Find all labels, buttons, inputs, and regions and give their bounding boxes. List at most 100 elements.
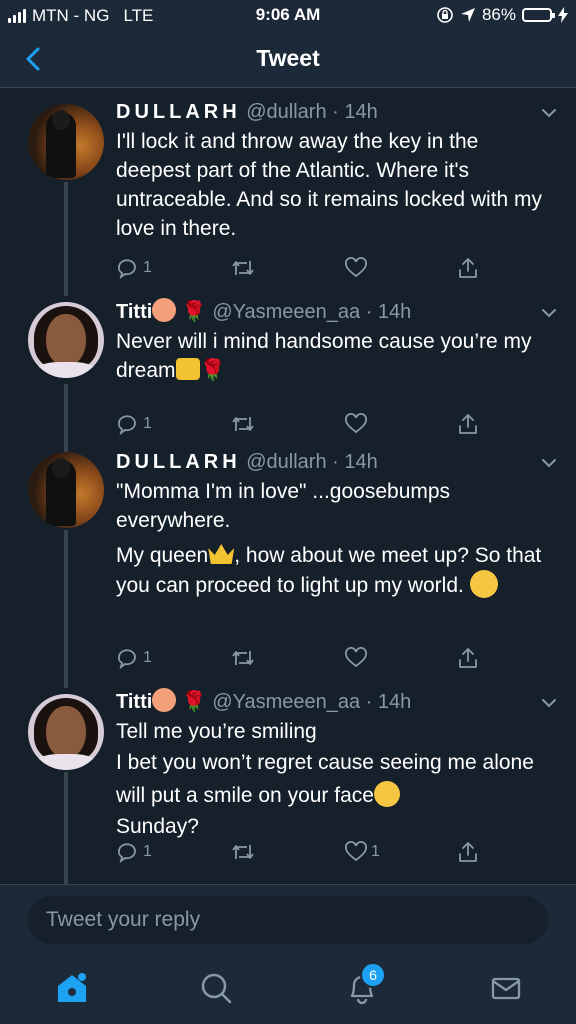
thread-connector: [64, 384, 68, 450]
avatar[interactable]: [28, 452, 104, 528]
retweet-button[interactable]: [230, 412, 259, 436]
tweet-actions: 1: [116, 256, 496, 286]
chevron-down-icon[interactable]: [538, 452, 560, 474]
tweet-actions: 1 1: [116, 840, 496, 870]
like-button[interactable]: [344, 412, 371, 436]
smiling-face-emoji-icon: [373, 781, 400, 807]
timestamp-value: 14h: [344, 451, 378, 473]
avatar[interactable]: [28, 302, 104, 378]
avatar-shoulder: [32, 362, 100, 378]
timestamp: · 14h: [360, 691, 412, 713]
share-icon: [459, 414, 477, 434]
avatar[interactable]: [28, 694, 104, 770]
share-button[interactable]: [456, 412, 480, 436]
avatar-face: [46, 706, 86, 758]
retweet-button[interactable]: [230, 840, 259, 864]
tab-notifications[interactable]: 6: [342, 962, 386, 1008]
peach-emoji-icon: [152, 298, 177, 322]
retweet-icon: [232, 261, 254, 275]
rose-emoji-icon: 🌹: [199, 359, 226, 382]
nav-bar: Tweet: [0, 32, 576, 88]
reply-icon: [118, 415, 136, 436]
tweet-header: DULLARH @dullarh · 14h: [116, 98, 556, 126]
share-icon: [459, 648, 477, 668]
retweet-icon: [232, 417, 254, 431]
heart-icon: [345, 413, 367, 434]
display-name[interactable]: DULLARH: [116, 101, 241, 123]
reply-count: 1: [143, 649, 152, 666]
timestamp: · 14h: [360, 301, 412, 323]
tab-home[interactable]: [52, 968, 92, 1008]
display-name[interactable]: Titti: [116, 301, 152, 323]
tweet-header: DULLARH @dullarh · 14h: [116, 448, 556, 476]
like-button[interactable]: [344, 646, 371, 670]
tweet-actions: 1: [116, 412, 496, 442]
retweet-icon: [232, 651, 254, 665]
tweet-item[interactable]: Titti 🌹 @Yasmeeen_aa · 14h Tell me you’r…: [0, 688, 576, 884]
handle[interactable]: @Yasmeeen_aa: [212, 691, 360, 713]
tweet-text: Tell me you’re smiling I bet you won’t r…: [116, 717, 556, 841]
reply-icon: [118, 649, 136, 670]
tweet-text: Never will i mind handsome cause you’re …: [116, 327, 556, 385]
crown-emoji-icon: [208, 544, 235, 564]
reply-button[interactable]: 1: [116, 840, 152, 864]
thread-connector: [64, 772, 68, 884]
handle[interactable]: @dullarh: [246, 451, 326, 473]
rose-emoji-icon: 🌹: [181, 691, 207, 713]
notification-badge: 6: [360, 962, 386, 988]
handle[interactable]: @dullarh: [246, 101, 326, 123]
reply-icon: [118, 843, 136, 864]
reply-bar: Tweet your reply: [0, 884, 576, 952]
tweet-thread[interactable]: DULLARH @dullarh · 14h I'll lock it and …: [0, 88, 576, 884]
battery-icon: [522, 8, 555, 22]
share-button[interactable]: [456, 256, 480, 280]
page-title: Tweet: [256, 45, 320, 71]
tab-messages[interactable]: [486, 968, 526, 1008]
tweet-line: I bet you won’t regret cause seeing me a…: [116, 746, 556, 812]
orientation-lock-icon: [437, 7, 453, 23]
chevron-down-icon[interactable]: [538, 302, 560, 324]
display-name[interactable]: DULLARH: [116, 451, 241, 473]
heart-eyes-emoji-icon: [469, 570, 498, 598]
tweet-text: "Momma I'm in love" ...goosebumps everyw…: [116, 477, 556, 600]
reply-input[interactable]: Tweet your reply: [28, 896, 548, 944]
like-button[interactable]: [344, 256, 371, 280]
tab-search[interactable]: [196, 968, 236, 1008]
tweet-item[interactable]: DULLARH @dullarh · 14h I'll lock it and …: [0, 88, 576, 296]
timestamp-value: 14h: [377, 301, 412, 323]
retweet-button[interactable]: [230, 646, 259, 670]
status-bar: MTN - NG LTE 9:06 AM 86%: [0, 0, 576, 32]
display-name[interactable]: Titti: [116, 691, 152, 713]
battery-percent: 86%: [481, 5, 516, 24]
share-button[interactable]: [456, 646, 480, 670]
tweet-paragraph: "Momma I'm in love" ...goosebumps everyw…: [116, 480, 451, 532]
chevron-down-icon[interactable]: [538, 692, 560, 714]
tweet-header: Titti 🌹 @Yasmeeen_aa · 14h: [116, 688, 556, 716]
retweet-button[interactable]: [230, 256, 259, 280]
reply-count: 1: [143, 415, 152, 432]
status-right: 86%: [436, 5, 568, 25]
like-button[interactable]: 1: [344, 840, 380, 864]
thread-connector: [64, 530, 68, 688]
peach-emoji-icon: [152, 688, 177, 712]
tweet-line: Sunday?: [116, 815, 199, 838]
heart-icon: [345, 257, 367, 278]
tweet-paragraph: My queen, how about we meet up? So that …: [116, 541, 556, 600]
share-icon: [459, 258, 477, 278]
avatar-shoulder: [32, 754, 100, 770]
home-icon: [58, 973, 86, 1002]
avatar[interactable]: [28, 104, 104, 180]
reply-count: 1: [143, 259, 152, 276]
chevron-down-icon[interactable]: [538, 102, 560, 124]
handle[interactable]: @Yasmeeen_aa: [212, 301, 360, 323]
location-arrow-icon: [460, 8, 475, 22]
tweet-item[interactable]: Titti 🌹 @Yasmeeen_aa · 14h Never will i …: [0, 296, 576, 450]
reply-button[interactable]: 1: [116, 646, 152, 670]
share-button[interactable]: [456, 840, 480, 864]
reply-button[interactable]: 1: [116, 412, 152, 436]
reply-button[interactable]: 1: [116, 256, 152, 280]
tweet-text-part: My queen: [116, 544, 209, 567]
timestamp: · 14h: [326, 101, 378, 123]
tweet-actions: 1: [116, 646, 496, 676]
heart-icon: [345, 647, 367, 668]
